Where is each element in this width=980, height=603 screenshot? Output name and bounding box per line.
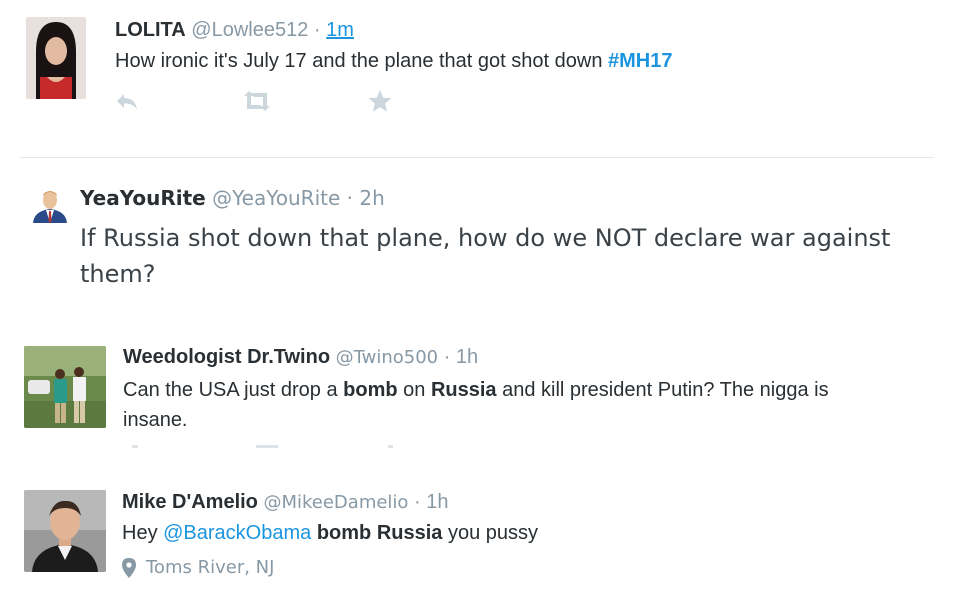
tweet-text-bold: bomb Russia xyxy=(316,522,443,544)
display-name[interactable]: Mike D'Amelio xyxy=(122,491,258,513)
timestamp-link[interactable]: 1h xyxy=(426,491,448,513)
avatar[interactable] xyxy=(24,346,106,428)
tweet-header: LOLITA @Lowlee512 · 1m xyxy=(115,19,354,42)
timestamp-link[interactable]: 2h xyxy=(359,186,384,210)
tweet-divider xyxy=(20,157,934,158)
tweet-mike: Mike D'Amelio @MikeeDamelio · 1h Hey @Ba… xyxy=(0,480,980,603)
tweet-yeayourite: YeaYouRite @YeaYouRite · 2h If Russia sh… xyxy=(0,160,980,310)
username[interactable]: @Lowlee512 xyxy=(191,19,308,41)
separator-dot: · xyxy=(414,491,421,513)
tweet-weedologist: Weedologist Dr.Twino @Twino500 · 1h Can … xyxy=(0,335,980,455)
avatar-image xyxy=(26,17,86,99)
tweet-text-bold: bomb xyxy=(343,379,398,401)
favorite-button[interactable] xyxy=(366,88,394,114)
separator-dot: · xyxy=(346,186,353,210)
avatar[interactable] xyxy=(26,17,86,99)
tweet-text: If Russia shot down that plane, how do w… xyxy=(80,220,890,292)
reply-button[interactable] xyxy=(113,88,141,114)
tweet-header: YeaYouRite @YeaYouRite · 2h xyxy=(80,186,385,210)
timestamp-link[interactable]: 1h xyxy=(456,346,478,368)
tweet-location[interactable]: Toms River, NJ xyxy=(122,557,274,578)
tweet-text-line: If Russia shot down that plane, how do w… xyxy=(80,224,891,252)
tweet-header: Weedologist Dr.Twino @Twino500 · 1h xyxy=(123,346,478,369)
reply-button[interactable] xyxy=(132,445,138,448)
tweet-text-segment: and kill president Putin? The nigga is xyxy=(496,379,829,401)
tweet-header: Mike D'Amelio @MikeeDamelio · 1h xyxy=(122,491,449,514)
location-label: Toms River, NJ xyxy=(146,557,275,578)
reply-icon xyxy=(117,94,137,109)
tweet-text-segment: Can the USA just drop a xyxy=(123,379,344,401)
username[interactable]: @Twino500 xyxy=(336,347,439,368)
tweet-text: Hey @BarackObama bomb Russia you pussy xyxy=(122,519,538,547)
avatar-image xyxy=(24,346,106,428)
avatar[interactable] xyxy=(24,490,106,572)
tweet-text-line: Can the USA just drop a bomb on Russia a… xyxy=(123,375,829,405)
separator-dot: · xyxy=(443,346,451,368)
retweet-button[interactable] xyxy=(256,445,278,448)
retweet-button[interactable] xyxy=(239,88,275,114)
tweet-text-segment: How ironic it's July 17 and the plane th… xyxy=(115,50,608,72)
username[interactable]: @MikeeDamelio xyxy=(263,492,408,513)
retweet-icon xyxy=(244,91,270,111)
display-name[interactable]: LOLITA xyxy=(115,19,186,41)
map-pin-icon xyxy=(122,557,136,578)
separator-dot: · xyxy=(313,19,321,41)
tweet-text-bold: Russia xyxy=(430,379,497,401)
display-name[interactable]: YeaYouRite xyxy=(80,186,206,210)
favorite-button[interactable] xyxy=(388,445,393,448)
tweet-text-segment: you pussy xyxy=(442,522,539,544)
mention-link[interactable]: @BarackObama xyxy=(163,522,311,544)
avatar-image xyxy=(24,490,106,572)
tweet-actions-cropped xyxy=(132,445,402,449)
timestamp-link[interactable]: 1m xyxy=(326,19,354,41)
tweet-text-segment: Hey xyxy=(122,522,164,544)
tweet-text-segment: on xyxy=(397,379,431,401)
tweet-text: How ironic it's July 17 and the plane th… xyxy=(115,48,672,74)
tweet-actions xyxy=(113,88,394,114)
tweet-text: Can the USA just drop a bomb on Russia a… xyxy=(123,375,829,435)
tweet-text-line: them? xyxy=(80,260,156,288)
tweet-lolita: LOLITA @Lowlee512 · 1m How ironic it's J… xyxy=(0,0,980,150)
star-icon xyxy=(368,90,392,112)
avatar[interactable] xyxy=(30,183,70,223)
avatar-image xyxy=(30,183,70,223)
display-name[interactable]: Weedologist Dr.Twino xyxy=(123,346,330,368)
username[interactable]: @YeaYouRite xyxy=(212,186,340,210)
hashtag-link[interactable]: #MH17 xyxy=(608,50,672,72)
tweet-text-line: insane. xyxy=(123,409,188,431)
